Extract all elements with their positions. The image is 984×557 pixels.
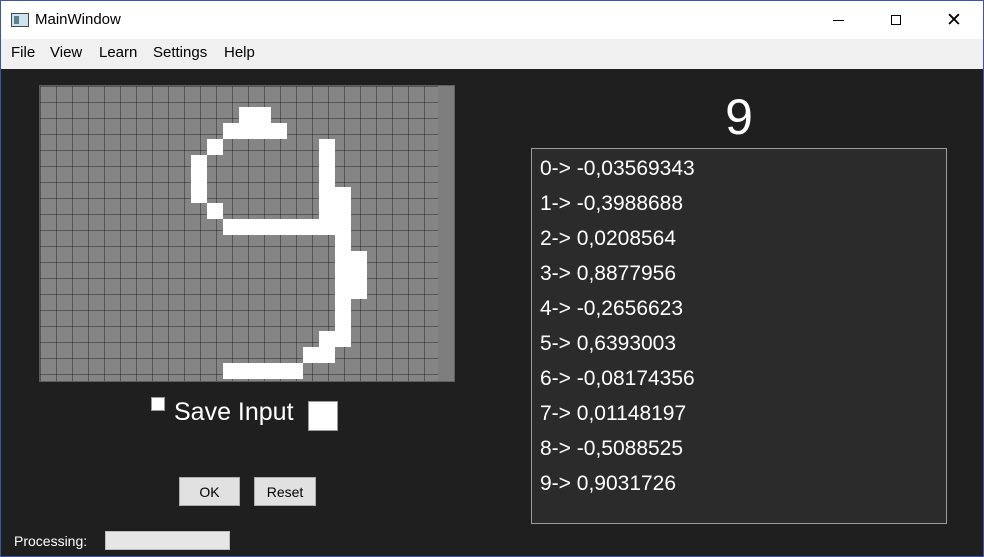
menu-learn[interactable]: Learn — [99, 44, 137, 61]
ok-button[interactable]: OK — [179, 477, 240, 506]
menu-help[interactable]: Help — [224, 44, 255, 61]
drawing-canvas[interactable] — [39, 85, 455, 382]
ink-pixel — [271, 219, 287, 235]
output-line: 1-> -0,3988688 — [540, 192, 684, 215]
ink-pixel — [191, 187, 207, 203]
app-icon — [11, 13, 29, 27]
ink-pixel — [319, 331, 335, 347]
reset-button[interactable]: Reset — [254, 477, 316, 506]
ink-pixel — [319, 139, 335, 155]
output-line: 7-> 0,01148197 — [540, 402, 687, 425]
ink-pixel — [319, 155, 335, 171]
ink-pixel — [335, 267, 351, 283]
output-line: 2-> 0,0208564 — [540, 227, 677, 250]
processing-progress-bar — [105, 531, 230, 550]
output-line: 0-> -0,03569343 — [540, 157, 695, 180]
menu-file[interactable]: File — [11, 44, 35, 61]
ink-pixel — [239, 123, 255, 139]
ink-pixel — [255, 107, 271, 123]
ink-pixel — [319, 171, 335, 187]
ink-pixel — [319, 187, 335, 203]
ink-pixel — [223, 219, 239, 235]
output-line: 6-> -0,08174356 — [540, 367, 695, 390]
ink-pixel — [335, 299, 351, 315]
minimize-button[interactable] — [809, 1, 867, 39]
ink-pixel — [319, 203, 335, 219]
ink-pixel — [271, 363, 287, 379]
ink-pixel — [207, 203, 223, 219]
ink-pixel — [335, 315, 351, 331]
ink-pixel — [351, 283, 367, 299]
ink-pixel — [335, 251, 351, 267]
output-line: 4-> -0,2656623 — [540, 297, 684, 320]
ink-pixel — [255, 363, 271, 379]
output-line: 5-> 0,6393003 — [540, 332, 677, 355]
output-line: 3-> 0,8877956 — [540, 262, 677, 285]
main-window: MainWindow ✕ File View Learn Settings He… — [0, 0, 984, 557]
network-output-list[interactable]: 0-> -0,03569343 1-> -0,3988688 2-> 0,020… — [531, 148, 947, 524]
menu-bar: File View Learn Settings Help — [1, 39, 983, 69]
ink-pixel — [207, 139, 223, 155]
input-preview-thumbnail — [308, 401, 338, 431]
close-button[interactable]: ✕ — [925, 1, 983, 39]
ink-pixel — [239, 363, 255, 379]
ink-pixel — [335, 331, 351, 347]
ink-pixel — [351, 267, 367, 283]
minimize-icon — [832, 19, 844, 21]
ink-pixel — [271, 123, 287, 139]
ink-pixel — [191, 155, 207, 171]
ink-pixel — [319, 347, 335, 363]
maximize-icon — [891, 15, 901, 25]
ink-pixel — [335, 235, 351, 251]
ink-pixel — [287, 219, 303, 235]
ink-pixel — [287, 363, 303, 379]
ink-pixel — [319, 219, 335, 235]
ink-pixel — [255, 123, 271, 139]
output-line: 8-> -0,5088525 — [540, 437, 684, 460]
close-icon: ✕ — [946, 9, 962, 31]
ink-pixel — [335, 283, 351, 299]
ink-pixel — [335, 219, 351, 235]
ink-pixel — [223, 363, 239, 379]
output-line: 9-> 0,9031726 — [540, 472, 677, 495]
ink-pixel — [351, 251, 367, 267]
title-bar[interactable]: MainWindow ✕ — [1, 1, 983, 39]
save-input-checkbox[interactable] — [151, 397, 165, 411]
canvas-edge-strip — [438, 86, 454, 381]
processing-label: Processing: — [14, 533, 88, 549]
ink-pixel — [191, 171, 207, 187]
save-input-label: Save Input — [174, 398, 294, 426]
ink-pixel — [335, 203, 351, 219]
ink-pixel — [303, 347, 319, 363]
ink-pixel — [335, 187, 351, 203]
maximize-button[interactable] — [867, 1, 925, 39]
menu-view[interactable]: View — [50, 44, 82, 61]
predicted-digit: 9 — [725, 89, 753, 145]
window-title: MainWindow — [35, 11, 121, 28]
ink-pixel — [239, 219, 255, 235]
ink-pixel — [303, 219, 319, 235]
ink-pixel — [255, 219, 271, 235]
ink-pixel — [223, 123, 239, 139]
ink-pixel — [239, 107, 255, 123]
menu-settings[interactable]: Settings — [153, 44, 207, 61]
